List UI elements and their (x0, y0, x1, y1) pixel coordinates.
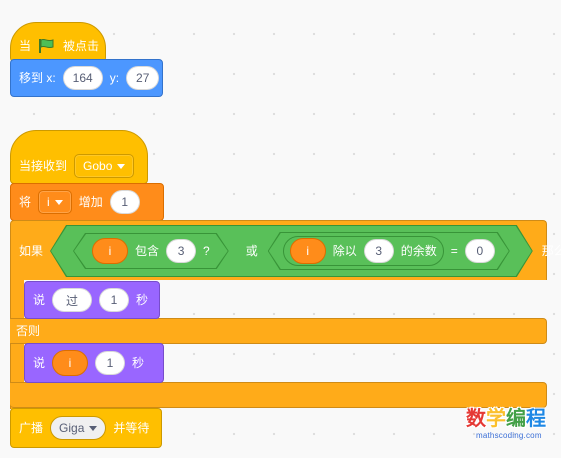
block-label: 将 (19, 195, 32, 209)
block-label: 除以 (332, 244, 357, 258)
mod-operator-block[interactable]: i 除以 3 的余数 (283, 236, 444, 266)
block-label: 广播 (19, 421, 44, 435)
green-flag-icon (39, 38, 54, 53)
block-label: 移到 x: (19, 71, 56, 85)
chevron-down-icon (54, 199, 63, 205)
if-else-block[interactable]: 如果 i 包含 3 ? 或 i 除以 3 的余数 = 0 那么 (10, 220, 561, 280)
logo-char: 数 (466, 408, 486, 430)
message-dropdown[interactable]: Gobo (74, 154, 135, 178)
mod-value-input[interactable]: 3 (364, 239, 394, 263)
say-seconds-input[interactable]: 1 (99, 288, 130, 312)
block-label: 当 (19, 39, 32, 53)
logo-char: 学 (486, 408, 506, 430)
broadcast-and-wait-block[interactable]: 广播 Giga 并等待 (10, 408, 162, 448)
dropdown-value: Giga (59, 421, 85, 435)
block-label: 包含 (135, 244, 160, 258)
block-label: 当接收到 (19, 159, 68, 173)
variable-reporter-i[interactable]: i (290, 238, 326, 264)
block-label: 被点击 (63, 39, 100, 53)
say-for-secs-block[interactable]: 说 i 1 秒 (24, 343, 164, 383)
block-label: 说 (33, 293, 46, 307)
say-text-input[interactable]: 过 (52, 288, 93, 312)
chevron-down-icon (117, 163, 126, 169)
if-label: 如果 (19, 244, 44, 258)
contains-value-input[interactable]: 3 (166, 239, 196, 263)
x-input[interactable]: 164 (62, 66, 103, 90)
change-variable-block[interactable]: 将 i 增加 1 (10, 183, 164, 221)
when-flag-clicked-block[interactable]: 当 被点击 (10, 22, 106, 62)
dropdown-value: Gobo (83, 159, 113, 173)
logo-char: 编 (506, 408, 526, 430)
variable-reporter-i[interactable]: i (92, 238, 128, 264)
logo-url: mathscoding.com (476, 431, 542, 440)
block-label: 的余数 (400, 244, 437, 258)
else-label: 否则 (16, 324, 41, 338)
say-seconds-input[interactable]: 1 (95, 351, 126, 375)
equals-operator-block[interactable]: i 除以 3 的余数 = 0 (268, 232, 510, 270)
chevron-down-icon (89, 425, 98, 431)
go-to-xy-block[interactable]: 移到 x: 164 y: 27 (10, 59, 163, 97)
change-amount-input[interactable]: 1 (109, 190, 140, 214)
then-label: 那么 (541, 244, 561, 258)
block-label: ? (203, 244, 210, 258)
when-i-receive-block[interactable]: 当接收到 Gobo (10, 130, 148, 184)
block-label: 秒 (132, 356, 145, 370)
logo-chars: 数 学 编 程 (466, 408, 552, 430)
block-label: 秒 (136, 293, 149, 307)
or-operator-block[interactable]: i 包含 3 ? 或 i 除以 3 的余数 = 0 (50, 225, 533, 277)
variable-dropdown[interactable]: i (38, 190, 72, 214)
block-label: 说 (33, 356, 46, 370)
or-label: 或 (245, 244, 258, 258)
if-else-bottom (10, 382, 547, 408)
block-label: y: (109, 71, 120, 85)
message-dropdown[interactable]: Giga (50, 416, 107, 440)
else-bar: 否则 (10, 318, 547, 344)
say-for-secs-block[interactable]: 说 过 1 秒 (24, 281, 160, 319)
block-label: 并等待 (113, 421, 150, 435)
variable-reporter-i[interactable]: i (52, 350, 89, 376)
equals-rhs-input[interactable]: 0 (465, 239, 495, 263)
dropdown-value: i (47, 195, 50, 209)
y-input[interactable]: 27 (126, 66, 160, 90)
logo-char: 程 (526, 408, 546, 430)
block-label: 增加 (78, 195, 103, 209)
mathscoding-logo: 数 学 编 程 mathscoding.com (466, 408, 552, 448)
contains-operator-block[interactable]: i 包含 3 ? (73, 233, 229, 269)
equals-label: = (450, 244, 458, 258)
